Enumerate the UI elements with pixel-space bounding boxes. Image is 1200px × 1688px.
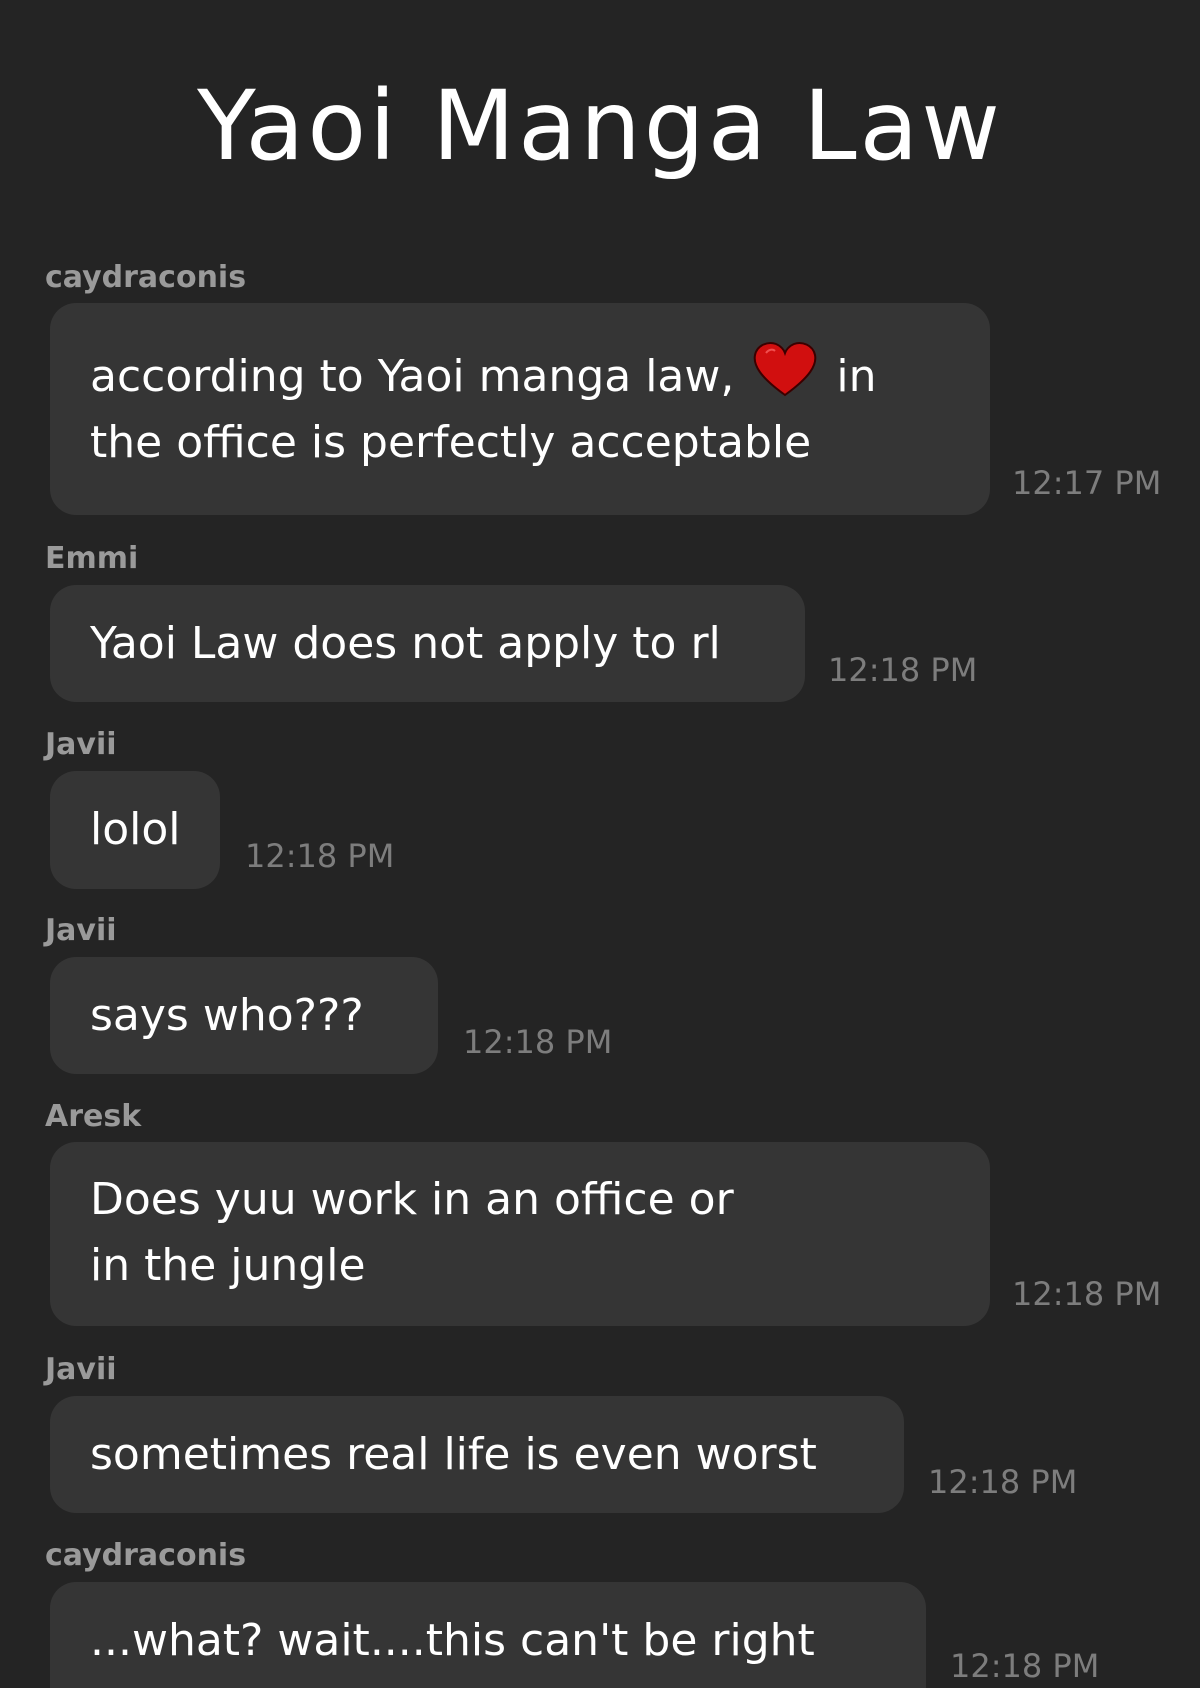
message-text: lolol xyxy=(90,804,181,855)
message-sender[interactable]: Emmi xyxy=(45,541,138,576)
message-sender[interactable]: Javii xyxy=(45,727,117,762)
message-sender[interactable]: caydraconis xyxy=(45,260,246,295)
message-text: Yaoi Law does not apply to rl xyxy=(90,618,721,669)
message-bubble[interactable]: ...what? wait....this can't be right xyxy=(50,1582,926,1688)
page-title: Yaoi Manga Law xyxy=(197,70,1003,182)
message-bubble[interactable]: Does yuu work in an office or in the jun… xyxy=(50,1142,990,1326)
message-bubble[interactable]: says who??? xyxy=(50,957,438,1074)
heart-icon xyxy=(752,341,818,397)
message-text: in the jungle xyxy=(90,1240,366,1291)
message-timestamp: 12:18 PM xyxy=(828,651,978,689)
message-sender[interactable]: caydraconis xyxy=(45,1538,246,1573)
message-text: says who??? xyxy=(90,990,364,1041)
message-timestamp: 12:18 PM xyxy=(928,1463,1078,1501)
message-text: sometimes real life is even worst xyxy=(90,1429,817,1480)
message-timestamp: 12:18 PM xyxy=(463,1023,613,1061)
message-timestamp: 12:18 PM xyxy=(245,837,395,875)
message-bubble[interactable]: sometimes real life is even worst xyxy=(50,1396,904,1513)
message-sender[interactable]: Javii xyxy=(45,913,117,948)
message-text: in xyxy=(836,351,877,402)
message-sender[interactable]: Aresk xyxy=(45,1099,141,1134)
message-timestamp: 12:18 PM xyxy=(950,1647,1100,1685)
message-text: the office is perfectly acceptable xyxy=(90,417,812,468)
message-timestamp: 12:18 PM xyxy=(1012,1275,1162,1313)
message-text: Does yuu work in an office or xyxy=(90,1174,734,1225)
message-bubble[interactable]: lolol xyxy=(50,771,220,889)
message-bubble[interactable]: Yaoi Law does not apply to rl xyxy=(50,585,805,702)
message-text: ...what? wait....this can't be right xyxy=(90,1615,815,1666)
message-text: according to Yaoi manga law, xyxy=(90,351,735,402)
message-timestamp: 12:17 PM xyxy=(1012,464,1162,502)
message-bubble[interactable]: according to Yaoi manga law, in the offic… xyxy=(50,303,990,515)
message-sender[interactable]: Javii xyxy=(45,1352,117,1387)
